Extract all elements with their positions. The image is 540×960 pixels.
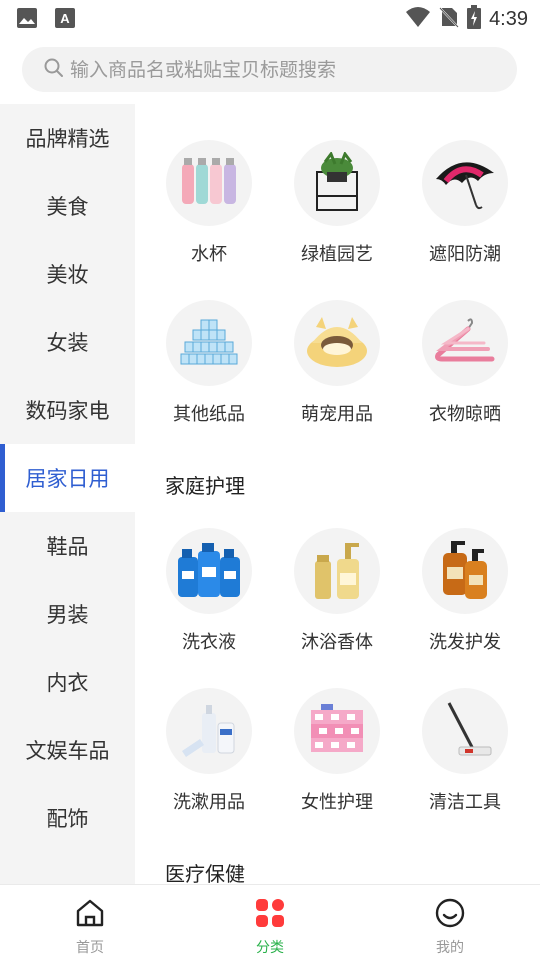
sidebar-item-beauty[interactable]: 美妆 xyxy=(0,240,135,308)
toiletries-icon xyxy=(166,688,252,774)
mop-icon xyxy=(422,688,508,774)
sidebar-item-brand[interactable]: 品牌精选 xyxy=(0,104,135,172)
body-wash-icon xyxy=(294,528,380,614)
subcategory-paper-goods[interactable]: 其他纸品 xyxy=(145,300,273,426)
tissue-stack-icon xyxy=(166,300,252,386)
category-sidebar: 品牌精选 美食 美妆 女装 数码家电 居家日用 鞋品 男装 内衣 文娱车品 配饰 xyxy=(0,104,135,884)
svg-text:A: A xyxy=(60,11,70,26)
nav-home-label: 首页 xyxy=(76,940,104,956)
sanitary-pads-icon xyxy=(294,688,380,774)
wifi-icon xyxy=(405,6,431,32)
subcategory-laundry-detergent[interactable]: 洗衣液 xyxy=(145,528,273,654)
subcategory-row: 其他纸品 萌宠用品 衣物晾晒 xyxy=(135,300,540,426)
subcategory-label: 萌宠用品 xyxy=(301,404,373,425)
nav-category-label: 分类 xyxy=(256,940,284,956)
no-sim-icon xyxy=(439,6,459,32)
subcategory-body-wash[interactable]: 沐浴香体 xyxy=(273,528,401,654)
subcategory-label: 水杯 xyxy=(191,244,227,265)
hangers-icon xyxy=(422,300,508,386)
subcategory-row: 水杯 绿植园艺 遮阳防潮 xyxy=(135,140,540,266)
sidebar-item-womenswear[interactable]: 女装 xyxy=(0,308,135,376)
status-time: 4:39 xyxy=(489,7,528,30)
subcategory-water-cups[interactable]: 水杯 xyxy=(145,140,273,266)
nav-category[interactable]: 分类 xyxy=(180,885,360,960)
subcategory-row: 洗漱用品 女性护理 清洁工具 xyxy=(135,688,540,814)
laundry-detergent-icon xyxy=(166,528,252,614)
subcategory-row: 洗衣液 沐浴香体 洗发护发 xyxy=(135,528,540,654)
sidebar-item-menswear[interactable]: 男装 xyxy=(0,580,135,648)
sidebar-item-food[interactable]: 美食 xyxy=(0,172,135,240)
subcategory-label: 绿植园艺 xyxy=(301,244,373,265)
shampoo-icon xyxy=(422,528,508,614)
smiley-profile-icon xyxy=(434,897,466,933)
pet-bed-icon xyxy=(294,300,380,386)
subcategory-label: 衣物晾晒 xyxy=(429,404,501,425)
subcategory-cleaning-tools[interactable]: 清洁工具 xyxy=(401,688,529,814)
subcategory-plants[interactable]: 绿植园艺 xyxy=(273,140,401,266)
search-bar[interactable] xyxy=(22,47,517,92)
category-content: 水杯 绿植园艺 遮阳防潮 其他纸品 萌宠用品 衣物晾晒 家庭护理 洗衣液 沐浴香… xyxy=(135,104,540,884)
subcategory-umbrella[interactable]: 遮阳防潮 xyxy=(401,140,529,266)
section-title-home-care: 家庭护理 xyxy=(165,474,245,498)
sidebar-item-accessories[interactable]: 配饰 xyxy=(0,784,135,852)
search-input[interactable] xyxy=(70,58,490,81)
subcategory-label: 洗漱用品 xyxy=(173,792,245,813)
section-title-health: 医疗保健 xyxy=(165,862,245,884)
umbrella-icon xyxy=(422,140,508,226)
water-bottles-icon xyxy=(166,140,252,226)
subcategory-label: 清洁工具 xyxy=(429,792,501,813)
sidebar-item-household[interactable]: 居家日用 xyxy=(0,444,135,512)
bottom-nav: 首页 分类 我的 xyxy=(0,884,540,960)
sidebar-item-underwear[interactable]: 内衣 xyxy=(0,648,135,716)
subcategory-label: 女性护理 xyxy=(301,792,373,813)
potted-plant-icon xyxy=(294,140,380,226)
nav-mine-label: 我的 xyxy=(436,940,464,956)
sidebar-item-shoes[interactable]: 鞋品 xyxy=(0,512,135,580)
search-icon xyxy=(44,58,64,82)
sidebar-item-digital[interactable]: 数码家电 xyxy=(0,376,135,444)
subcategory-feminine-care[interactable]: 女性护理 xyxy=(273,688,401,814)
subcategory-hair-care[interactable]: 洗发护发 xyxy=(401,528,529,654)
category-grid-icon xyxy=(254,897,286,933)
home-icon xyxy=(74,897,106,933)
text-notification-icon: A xyxy=(54,7,76,33)
status-bar: A 4:39 xyxy=(0,0,540,36)
image-notification-icon xyxy=(16,7,38,33)
subcategory-label: 沐浴香体 xyxy=(301,632,373,653)
nav-mine[interactable]: 我的 xyxy=(360,885,540,960)
nav-home[interactable]: 首页 xyxy=(0,885,180,960)
sidebar-item-entertainment-car[interactable]: 文娱车品 xyxy=(0,716,135,784)
subcategory-label: 洗衣液 xyxy=(182,632,236,653)
subcategory-toiletries[interactable]: 洗漱用品 xyxy=(145,688,273,814)
battery-charging-icon xyxy=(467,5,482,33)
subcategory-clothes-drying[interactable]: 衣物晾晒 xyxy=(401,300,529,426)
subcategory-label: 其他纸品 xyxy=(173,404,245,425)
subcategory-label: 遮阳防潮 xyxy=(429,244,501,265)
subcategory-label: 洗发护发 xyxy=(429,632,501,653)
subcategory-pet-supplies[interactable]: 萌宠用品 xyxy=(273,300,401,426)
